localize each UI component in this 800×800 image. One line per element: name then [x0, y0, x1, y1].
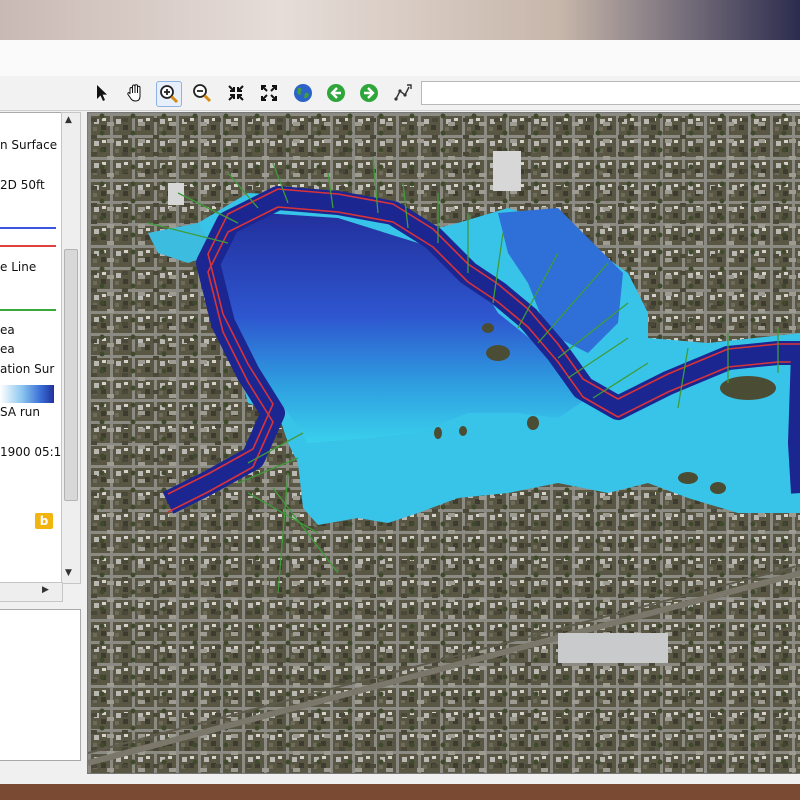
legend-green-line-swatch — [0, 309, 56, 311]
bing-logo: b — [35, 513, 53, 529]
back-arrow-icon — [327, 84, 345, 102]
pointer-tool-button[interactable] — [90, 81, 114, 105]
map-view[interactable] — [87, 112, 800, 774]
flood-map-image — [88, 113, 800, 773]
legend-item[interactable]: n Surface — [0, 138, 57, 152]
legend-list: n Surface 2D 50ft e Line ea ea ation Sur… — [0, 112, 63, 584]
pan-tool-button[interactable] — [123, 81, 147, 105]
legend-item[interactable]: ation Sur — [0, 362, 54, 376]
forward-button[interactable] — [357, 81, 381, 105]
zoom-out-button[interactable] — [190, 81, 214, 105]
scroll-right-arrow-icon[interactable]: ▶ — [42, 585, 49, 595]
hand-pan-icon — [127, 84, 141, 102]
measure-button[interactable] — [390, 81, 414, 105]
layers-panel: n Surface 2D 50ft e Line ea ea ation Sur… — [0, 112, 82, 784]
scroll-down-arrow-icon[interactable]: ▼ — [65, 568, 72, 578]
legend-item[interactable]: e Line — [0, 260, 36, 274]
legend-red-line-swatch — [0, 245, 56, 247]
application-window: n Surface 2D 50ft e Line ea ea ation Sur… — [0, 40, 800, 784]
menu-strip — [0, 40, 800, 77]
legend-blue-line-swatch — [0, 227, 56, 229]
globe-button[interactable] — [291, 81, 315, 105]
zoom-extent-button[interactable] — [224, 81, 248, 105]
map-toolbar — [0, 76, 800, 111]
measure-icon — [394, 84, 412, 101]
full-extent-icon — [261, 85, 277, 101]
legend-vertical-scrollbar[interactable]: ▲ ▼ — [61, 112, 81, 584]
legend-item[interactable]: 2D 50ft — [0, 178, 45, 192]
location-box[interactable] — [421, 81, 800, 105]
scroll-up-arrow-icon[interactable]: ▲ — [65, 115, 72, 125]
legend-item[interactable]: ea — [0, 323, 15, 337]
back-button[interactable] — [324, 81, 348, 105]
zoom-out-icon — [193, 84, 212, 103]
properties-panel — [0, 609, 81, 761]
full-extent-button[interactable] — [257, 81, 281, 105]
globe-icon — [294, 84, 312, 102]
legend-item[interactable]: 1900 05:1 — [0, 445, 61, 459]
scrollbar-thumb[interactable] — [64, 249, 78, 501]
zoom-in-button[interactable] — [156, 81, 182, 107]
legend-horizontal-scrollbar[interactable]: ▶ — [0, 582, 63, 602]
forward-arrow-icon — [360, 84, 378, 102]
legend-item[interactable]: SA run — [0, 405, 40, 419]
window-title-bar — [0, 0, 800, 40]
zoom-extent-icon — [228, 85, 244, 101]
taskbar-strip — [0, 784, 800, 800]
pointer-icon — [97, 85, 107, 101]
zoom-in-icon — [160, 85, 179, 104]
depth-color-ramp — [0, 385, 54, 403]
legend-item[interactable]: ea — [0, 342, 15, 356]
